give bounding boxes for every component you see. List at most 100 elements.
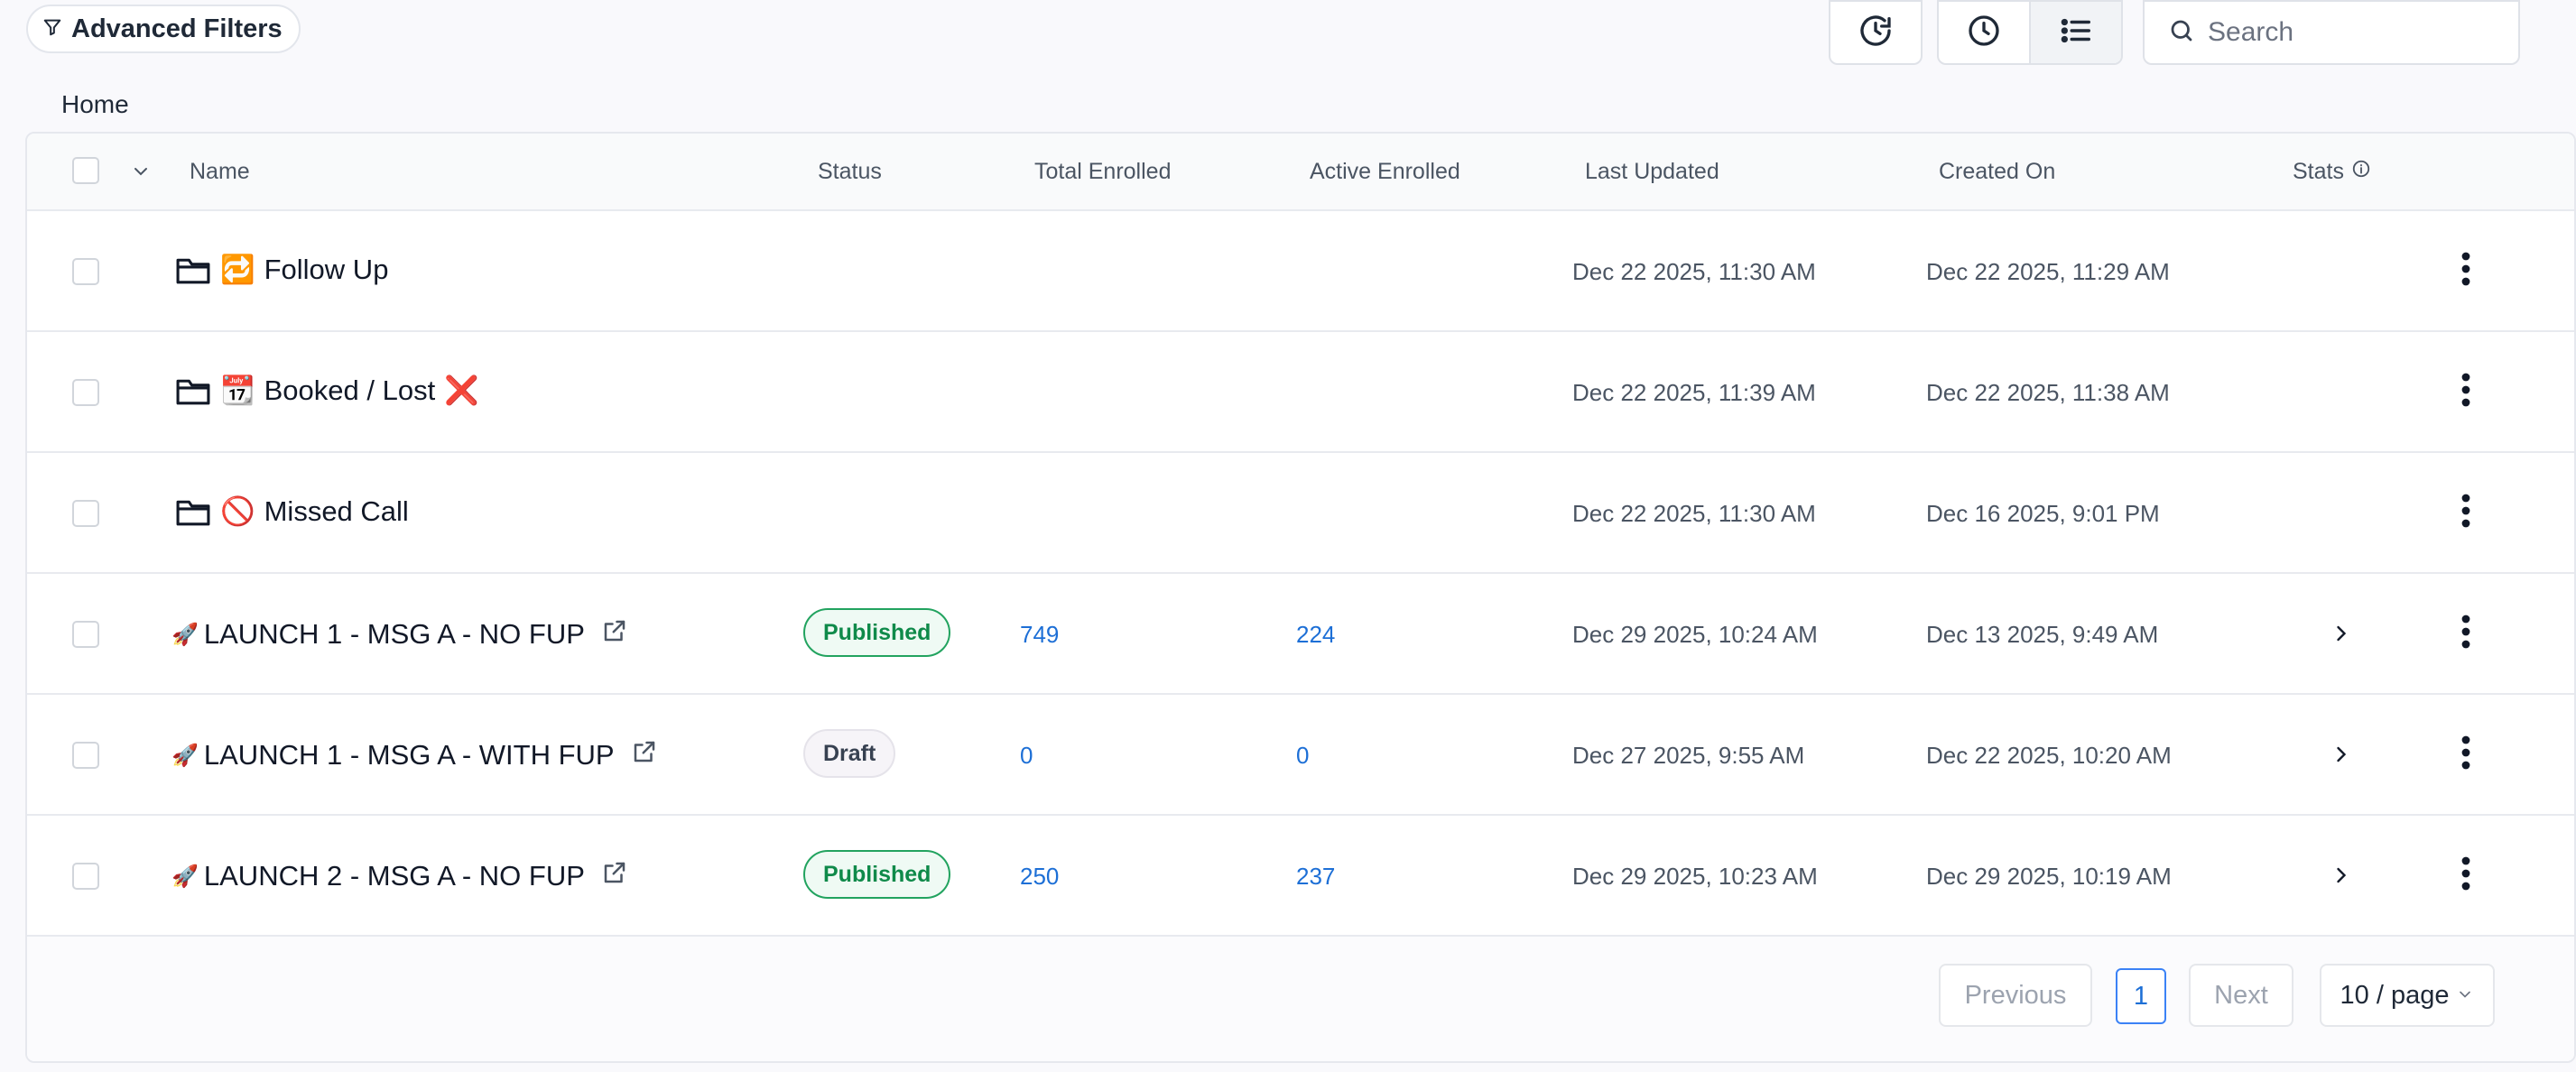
column-total-enrolled[interactable]: Total Enrolled [1034, 159, 1171, 185]
active-enrolled-link[interactable]: 237 [1296, 863, 1335, 891]
more-options-icon[interactable] [2460, 855, 2471, 896]
status-badge: Published [803, 608, 951, 657]
clock-icon [1966, 13, 2002, 53]
advanced-filters-button[interactable]: Advanced Filters [26, 5, 301, 53]
view-toggle-group [1937, 0, 2123, 65]
table-row[interactable]: 🚀 LAUNCH 1 - MSG A - WITH FUP Draft 0 0 … [27, 695, 2574, 816]
row-checkbox[interactable] [72, 379, 99, 406]
row-created-on: Dec 22 2025, 11:29 AM [1926, 258, 2170, 285]
status-badge: Published [803, 850, 951, 899]
row-emoji: 🚀 [171, 864, 199, 889]
breadcrumb-home[interactable]: Home [61, 90, 129, 118]
external-link-icon[interactable] [601, 617, 628, 652]
page-size-select[interactable]: 10 / page [2320, 964, 2495, 1027]
column-stats: Stats [2293, 159, 2371, 185]
more-options-icon[interactable] [2460, 614, 2471, 654]
select-all-checkbox[interactable] [72, 157, 99, 184]
more-options-icon[interactable] [2460, 493, 2471, 533]
row-checkbox[interactable] [72, 863, 99, 890]
column-status[interactable]: Status [818, 159, 882, 185]
row-name[interactable]: 🔁 Follow Up [175, 253, 388, 286]
column-active-enrolled[interactable]: Active Enrolled [1310, 159, 1460, 185]
chevron-right-icon[interactable] [2329, 742, 2354, 772]
total-enrolled-link[interactable]: 0 [1020, 742, 1033, 770]
column-stats-label: Stats [2293, 159, 2344, 184]
status-badge: Draft [803, 729, 896, 778]
clock-view-button[interactable] [1939, 2, 2029, 63]
chevron-right-icon[interactable] [2329, 863, 2354, 892]
folder-icon [175, 495, 211, 528]
row-checkbox[interactable] [72, 500, 99, 527]
active-enrolled-link[interactable]: 0 [1296, 742, 1309, 770]
info-icon[interactable] [2351, 159, 2371, 185]
row-created-on: Dec 13 2025, 9:49 AM [1926, 621, 2159, 648]
column-name[interactable]: Name [190, 159, 250, 185]
workflows-table: Name Status Total Enrolled Active Enroll… [25, 132, 2576, 1063]
row-name-text: LAUNCH 1 - MSG A - WITH FUP [203, 739, 615, 771]
row-last-updated: Dec 27 2025, 9:55 AM [1572, 742, 1805, 769]
row-checkbox[interactable] [72, 621, 99, 648]
active-enrolled-link[interactable]: 224 [1296, 621, 1335, 649]
row-created-on: Dec 16 2025, 9:01 PM [1926, 500, 2160, 527]
row-name[interactable]: 🚀 LAUNCH 1 - MSG A - WITH FUP [171, 738, 658, 772]
row-emoji: 📆 [220, 374, 255, 406]
chevron-right-icon[interactable] [2329, 621, 2354, 651]
row-checkbox[interactable] [72, 742, 99, 769]
breadcrumb[interactable]: Home [61, 90, 129, 119]
chevron-down-icon[interactable] [130, 161, 152, 187]
next-page-button[interactable]: Next [2189, 964, 2293, 1027]
row-emoji: 🚀 [171, 622, 199, 647]
previous-page-button[interactable]: Previous [1939, 964, 2092, 1027]
row-emoji: 🚀 [171, 743, 199, 768]
row-name-text: Booked / Lost [264, 374, 436, 406]
filter-icon [42, 14, 62, 44]
row-name[interactable]: 📆 Booked / Lost ❌ [175, 374, 479, 407]
row-name-text: LAUNCH 1 - MSG A - NO FUP [203, 618, 585, 650]
total-enrolled-link[interactable]: 749 [1020, 621, 1059, 649]
row-emoji: 🔁 [220, 254, 255, 285]
list-icon [2059, 14, 2093, 52]
row-last-updated: Dec 22 2025, 11:39 AM [1572, 379, 1816, 406]
list-view-button[interactable] [2029, 2, 2121, 63]
search-icon [2168, 17, 2195, 49]
folder-icon [175, 254, 211, 286]
total-enrolled-link[interactable]: 250 [1020, 863, 1059, 891]
table-row[interactable]: 🔁 Follow Up Dec 22 2025, 11:30 AM Dec 22… [27, 211, 2574, 332]
table-row[interactable]: 🚀 LAUNCH 1 - MSG A - NO FUP Published 74… [27, 574, 2574, 695]
page-number-button[interactable]: 1 [2116, 968, 2166, 1024]
page-size-value: 10 / page [2340, 980, 2450, 1010]
row-last-updated: Dec 22 2025, 11:30 AM [1572, 500, 1816, 527]
row-created-on: Dec 22 2025, 11:38 AM [1926, 379, 2170, 406]
more-options-icon[interactable] [2460, 735, 2471, 775]
row-emoji: 🚫 [220, 495, 255, 527]
row-suffix-emoji: ❌ [444, 374, 479, 406]
advanced-filters-label: Advanced Filters [71, 14, 283, 43]
search-input[interactable] [2206, 16, 2498, 49]
row-name-text: LAUNCH 2 - MSG A - NO FUP [203, 860, 585, 892]
row-name[interactable]: 🚫 Missed Call [175, 494, 409, 528]
external-link-icon[interactable] [631, 738, 658, 772]
table-row[interactable]: 🚀 LAUNCH 2 - MSG A - NO FUP Published 25… [27, 816, 2574, 937]
row-last-updated: Dec 22 2025, 11:30 AM [1572, 258, 1816, 285]
row-name-text: Missed Call [264, 494, 409, 527]
row-created-on: Dec 29 2025, 10:19 AM [1926, 863, 2172, 890]
external-link-icon[interactable] [601, 859, 628, 893]
history-icon [1858, 13, 1894, 53]
table-row[interactable]: 📆 Booked / Lost ❌ Dec 22 2025, 11:39 AM … [27, 332, 2574, 453]
row-name[interactable]: 🚀 LAUNCH 1 - MSG A - NO FUP [171, 617, 628, 652]
chevron-down-icon [2456, 981, 2474, 1011]
row-checkbox[interactable] [72, 258, 99, 285]
column-last-updated[interactable]: Last Updated [1585, 159, 1719, 185]
row-last-updated: Dec 29 2025, 10:23 AM [1572, 863, 1818, 890]
row-name[interactable]: 🚀 LAUNCH 2 - MSG A - NO FUP [171, 859, 628, 893]
column-created-on[interactable]: Created On [1939, 159, 2055, 185]
table-header: Name Status Total Enrolled Active Enroll… [27, 134, 2574, 211]
more-options-icon[interactable] [2460, 372, 2471, 412]
history-button[interactable] [1829, 0, 1923, 65]
row-name-text: Follow Up [264, 253, 389, 285]
search-box[interactable] [2143, 0, 2520, 65]
row-last-updated: Dec 29 2025, 10:24 AM [1572, 621, 1818, 648]
row-created-on: Dec 22 2025, 10:20 AM [1926, 742, 2172, 769]
more-options-icon[interactable] [2460, 251, 2471, 291]
table-row[interactable]: 🚫 Missed Call Dec 22 2025, 11:30 AM Dec … [27, 453, 2574, 574]
